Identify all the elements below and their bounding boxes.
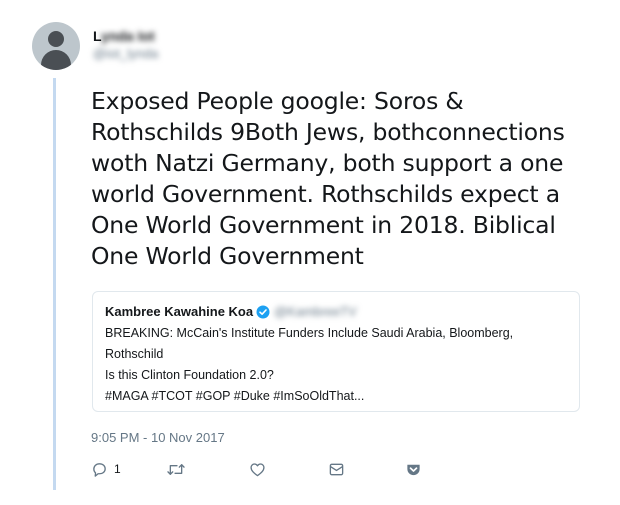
reply-button[interactable]: 1	[91, 458, 121, 480]
quote-line: #MAGA #TCOT #GOP #Duke #ImSoOldThat...	[105, 389, 365, 403]
thread-line	[53, 78, 56, 490]
retweet-icon	[167, 463, 185, 475]
like-icon	[250, 462, 265, 476]
quote-line: Is this Clinton Foundation 2.0?	[105, 368, 274, 382]
save-to-pocket-button[interactable]	[405, 458, 422, 480]
author-handle-text: @iot_lynda	[93, 46, 159, 61]
author-name[interactable]: Lynda Iot	[93, 28, 158, 44]
retweet-button[interactable]	[166, 458, 186, 480]
quote-text: BREAKING: McCain's Institute Funders Inc…	[105, 323, 567, 407]
quote-header: Kambree Kawahine Koa @KambreeTV	[105, 303, 567, 320]
quoted-tweet[interactable]: Kambree Kawahine Koa @KambreeTV BREAKING…	[92, 291, 580, 412]
quote-author-name[interactable]: Kambree Kawahine Koa	[105, 303, 253, 320]
avatar[interactable]	[32, 22, 80, 70]
author-handle[interactable]: @iot_lynda	[93, 46, 158, 61]
tweet-header: Lynda Iot @iot_lynda	[93, 28, 158, 61]
avatar-body	[41, 50, 71, 70]
author-name-text: Lynda Iot	[93, 28, 155, 44]
message-icon	[329, 463, 344, 475]
tweet-actions: 1	[91, 458, 431, 480]
tweet-timestamp[interactable]: 9:05 PM - 10 Nov 2017	[91, 430, 225, 445]
quote-author-handle[interactable]: @KambreeTV	[274, 303, 357, 320]
avatar-head	[48, 31, 64, 47]
direct-message-button[interactable]	[328, 458, 345, 480]
verified-badge-icon	[256, 305, 270, 319]
pocket-icon	[407, 464, 420, 475]
quote-line: Rothschild	[105, 347, 164, 361]
reply-icon	[93, 462, 106, 477]
tweet-text: Exposed People google: Soros & Rothschil…	[91, 87, 565, 270]
like-button[interactable]	[249, 458, 266, 480]
reply-count: 1	[114, 462, 121, 476]
quote-line: BREAKING: McCain's Institute Funders Inc…	[105, 326, 514, 340]
